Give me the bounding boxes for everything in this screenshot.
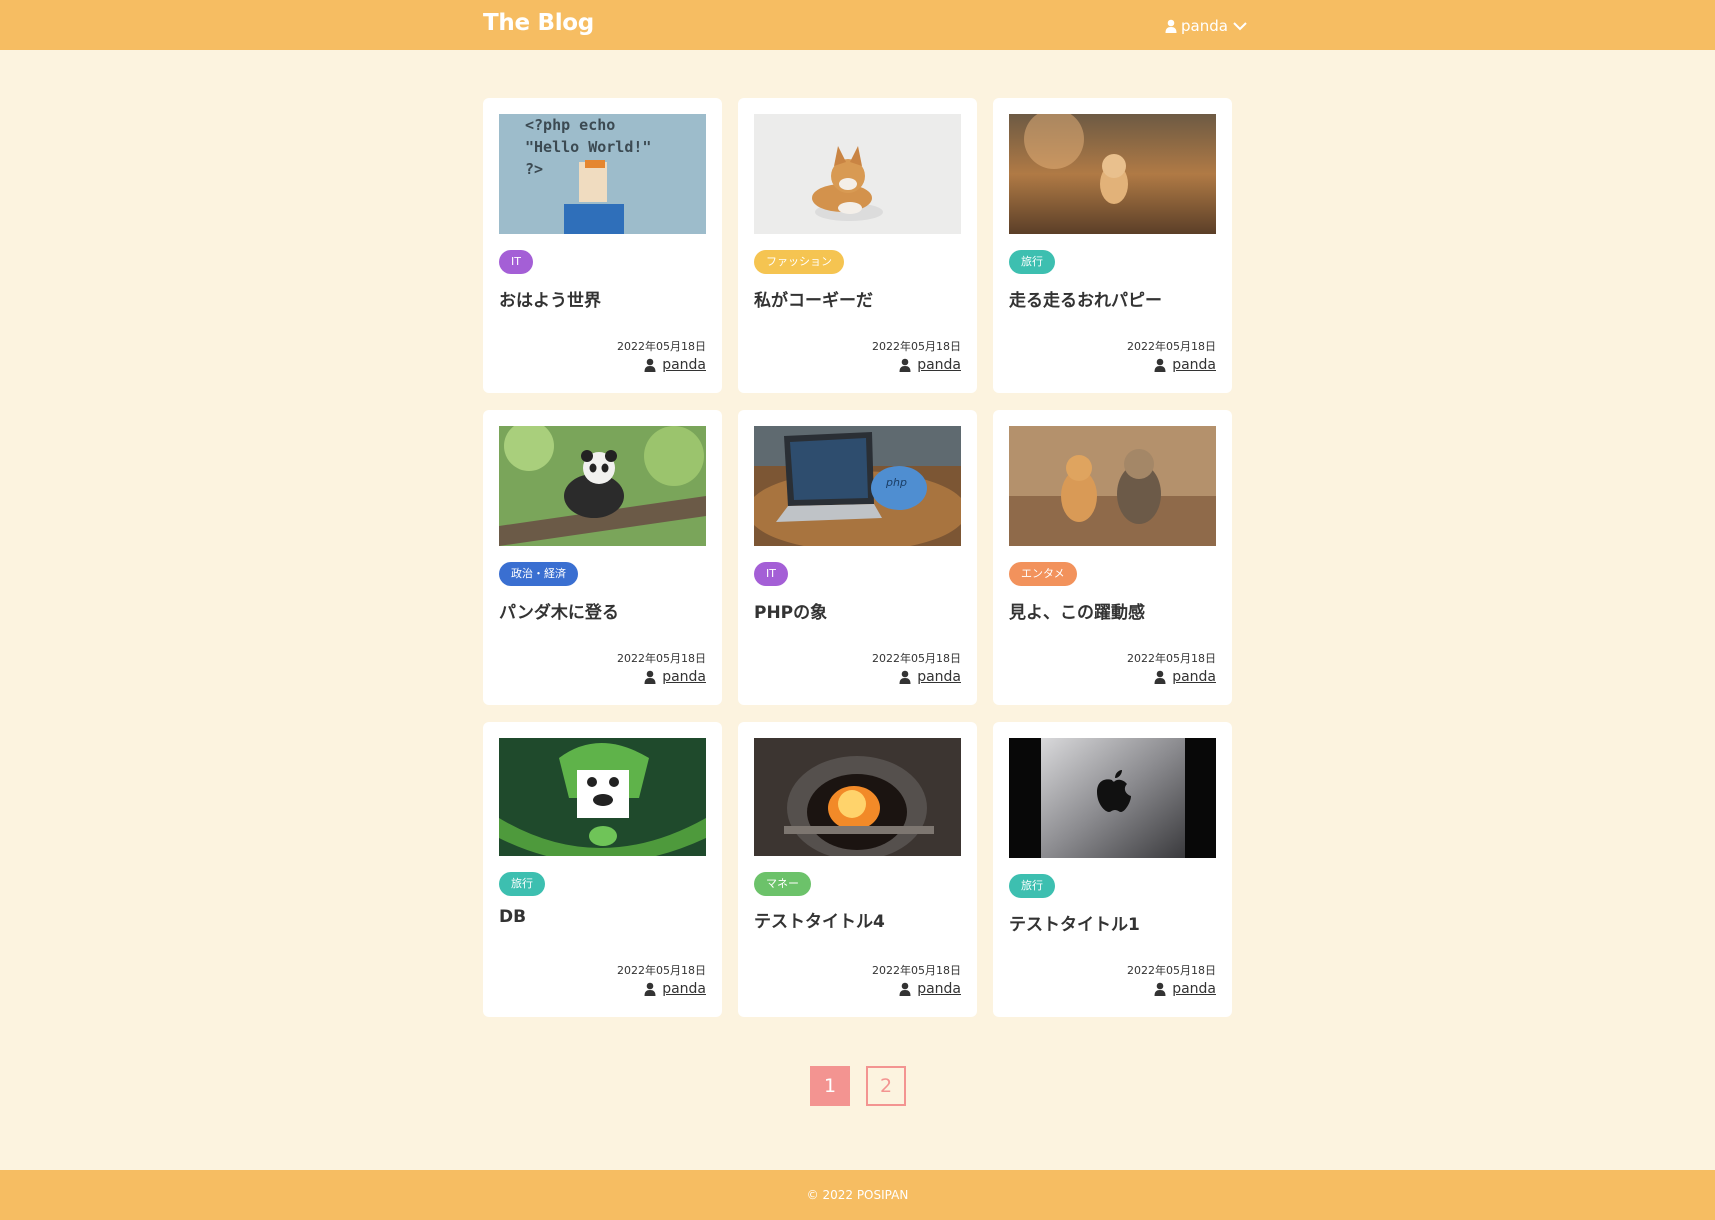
post-card[interactable]: マネー テストタイトル4 2022年05月18日 panda xyxy=(738,722,977,1017)
post-image: <?php echo "Hello World!" ?> xyxy=(499,114,706,234)
post-thumbnail[interactable] xyxy=(1009,426,1216,546)
post-date: 2022年05月18日 xyxy=(1127,964,1216,977)
post-image xyxy=(499,738,706,856)
post-author[interactable]: panda xyxy=(899,357,961,373)
post-card[interactable]: 旅行 走る走るおれパピー 2022年05月18日 panda xyxy=(993,98,1232,393)
post-author[interactable]: panda xyxy=(899,669,961,685)
author-link[interactable]: panda xyxy=(662,357,706,373)
author-link[interactable]: panda xyxy=(917,357,961,373)
category-badge[interactable]: 旅行 xyxy=(1009,874,1055,898)
post-grid: <?php echo "Hello World!" ?> IT おはよう世界 2… xyxy=(483,98,1233,1017)
svg-text:"Hello World!": "Hello World!" xyxy=(525,138,651,156)
post-card[interactable]: 政治・経済 パンダ木に登る 2022年05月18日 panda xyxy=(483,410,722,705)
post-title[interactable]: おはよう世界 xyxy=(499,286,709,311)
svg-text:<?php echo: <?php echo xyxy=(525,116,615,134)
user-menu-toggle[interactable]: panda xyxy=(1165,16,1248,36)
post-date: 2022年05月18日 xyxy=(1127,652,1216,665)
author-link[interactable]: panda xyxy=(1172,357,1216,373)
user-icon xyxy=(644,982,656,996)
post-date: 2022年05月18日 xyxy=(1127,340,1216,353)
site-header: The Blog panda xyxy=(0,0,1715,50)
post-image xyxy=(1009,426,1216,546)
post-thumbnail[interactable] xyxy=(754,114,961,234)
post-image: php xyxy=(754,426,961,546)
category-badge[interactable]: 旅行 xyxy=(1009,250,1055,274)
svg-text:php: php xyxy=(885,476,907,489)
post-card[interactable]: 旅行 DB 2022年05月18日 panda xyxy=(483,722,722,1017)
post-thumbnail[interactable] xyxy=(499,426,706,546)
post-thumbnail[interactable] xyxy=(1009,114,1216,234)
category-badge[interactable]: マネー xyxy=(754,872,811,896)
post-image xyxy=(1009,114,1216,234)
user-name: panda xyxy=(1181,17,1228,35)
user-icon xyxy=(644,358,656,372)
post-title[interactable]: PHPの象 xyxy=(754,598,964,623)
post-author[interactable]: panda xyxy=(1154,981,1216,997)
post-card[interactable]: ファッション 私がコーギーだ 2022年05月18日 panda xyxy=(738,98,977,393)
post-title[interactable]: テストタイトル1 xyxy=(1009,910,1219,935)
post-author[interactable]: panda xyxy=(1154,357,1216,373)
user-icon xyxy=(1154,982,1166,996)
post-author[interactable]: panda xyxy=(899,981,961,997)
post-title[interactable]: 私がコーギーだ xyxy=(754,286,964,311)
post-author[interactable]: panda xyxy=(644,981,706,997)
page-button-2[interactable]: 2 xyxy=(866,1066,906,1106)
category-badge[interactable]: エンタメ xyxy=(1009,562,1077,586)
category-badge[interactable]: IT xyxy=(499,250,533,274)
author-link[interactable]: panda xyxy=(1172,981,1216,997)
post-date: 2022年05月18日 xyxy=(872,652,961,665)
post-title[interactable]: DB xyxy=(499,907,709,927)
pagination: 1 2 xyxy=(810,1066,906,1106)
category-badge[interactable]: 政治・経済 xyxy=(499,562,578,586)
user-icon xyxy=(1165,19,1177,33)
svg-text:?>: ?> xyxy=(525,160,543,178)
post-thumbnail[interactable] xyxy=(1009,738,1216,858)
user-icon xyxy=(1154,670,1166,684)
user-icon xyxy=(1154,358,1166,372)
user-icon xyxy=(899,982,911,996)
post-card[interactable]: エンタメ 見よ、この躍動感 2022年05月18日 panda xyxy=(993,410,1232,705)
post-date: 2022年05月18日 xyxy=(617,964,706,977)
post-author[interactable]: panda xyxy=(644,357,706,373)
post-card[interactable]: <?php echo "Hello World!" ?> IT おはよう世界 2… xyxy=(483,98,722,393)
category-badge[interactable]: 旅行 xyxy=(499,872,545,896)
post-image xyxy=(754,738,961,856)
post-date: 2022年05月18日 xyxy=(617,652,706,665)
copyright-text: © 2022 POSIPAN xyxy=(806,1188,909,1202)
post-thumbnail[interactable]: php xyxy=(754,426,961,546)
author-link[interactable]: panda xyxy=(662,669,706,685)
post-date: 2022年05月18日 xyxy=(872,340,961,353)
post-title[interactable]: 見よ、この躍動感 xyxy=(1009,598,1219,623)
post-image xyxy=(499,426,706,546)
post-image xyxy=(1009,738,1216,858)
post-date: 2022年05月18日 xyxy=(872,964,961,977)
category-badge[interactable]: ファッション xyxy=(754,250,844,274)
post-date: 2022年05月18日 xyxy=(617,340,706,353)
post-card[interactable]: php IT PHPの象 2022年05月18日 panda xyxy=(738,410,977,705)
post-author[interactable]: panda xyxy=(644,669,706,685)
user-icon xyxy=(644,670,656,684)
post-thumbnail[interactable] xyxy=(499,738,706,856)
post-title[interactable]: パンダ木に登る xyxy=(499,598,709,623)
post-title[interactable]: 走る走るおれパピー xyxy=(1009,286,1219,311)
page-button-1[interactable]: 1 xyxy=(810,1066,850,1106)
user-icon xyxy=(899,670,911,684)
author-link[interactable]: panda xyxy=(662,981,706,997)
site-footer: © 2022 POSIPAN xyxy=(0,1170,1715,1220)
post-thumbnail[interactable] xyxy=(754,738,961,856)
category-badge[interactable]: IT xyxy=(754,562,788,586)
post-author[interactable]: panda xyxy=(1154,669,1216,685)
author-link[interactable]: panda xyxy=(1172,669,1216,685)
chevron-down-icon xyxy=(1232,20,1248,32)
site-logo[interactable]: The Blog xyxy=(483,10,594,36)
author-link[interactable]: panda xyxy=(917,669,961,685)
post-title[interactable]: テストタイトル4 xyxy=(754,907,964,932)
user-icon xyxy=(899,358,911,372)
author-link[interactable]: panda xyxy=(917,981,961,997)
post-image xyxy=(754,114,961,234)
post-thumbnail[interactable]: <?php echo "Hello World!" ?> xyxy=(499,114,706,234)
post-card[interactable]: 旅行 テストタイトル1 2022年05月18日 panda xyxy=(993,722,1232,1017)
